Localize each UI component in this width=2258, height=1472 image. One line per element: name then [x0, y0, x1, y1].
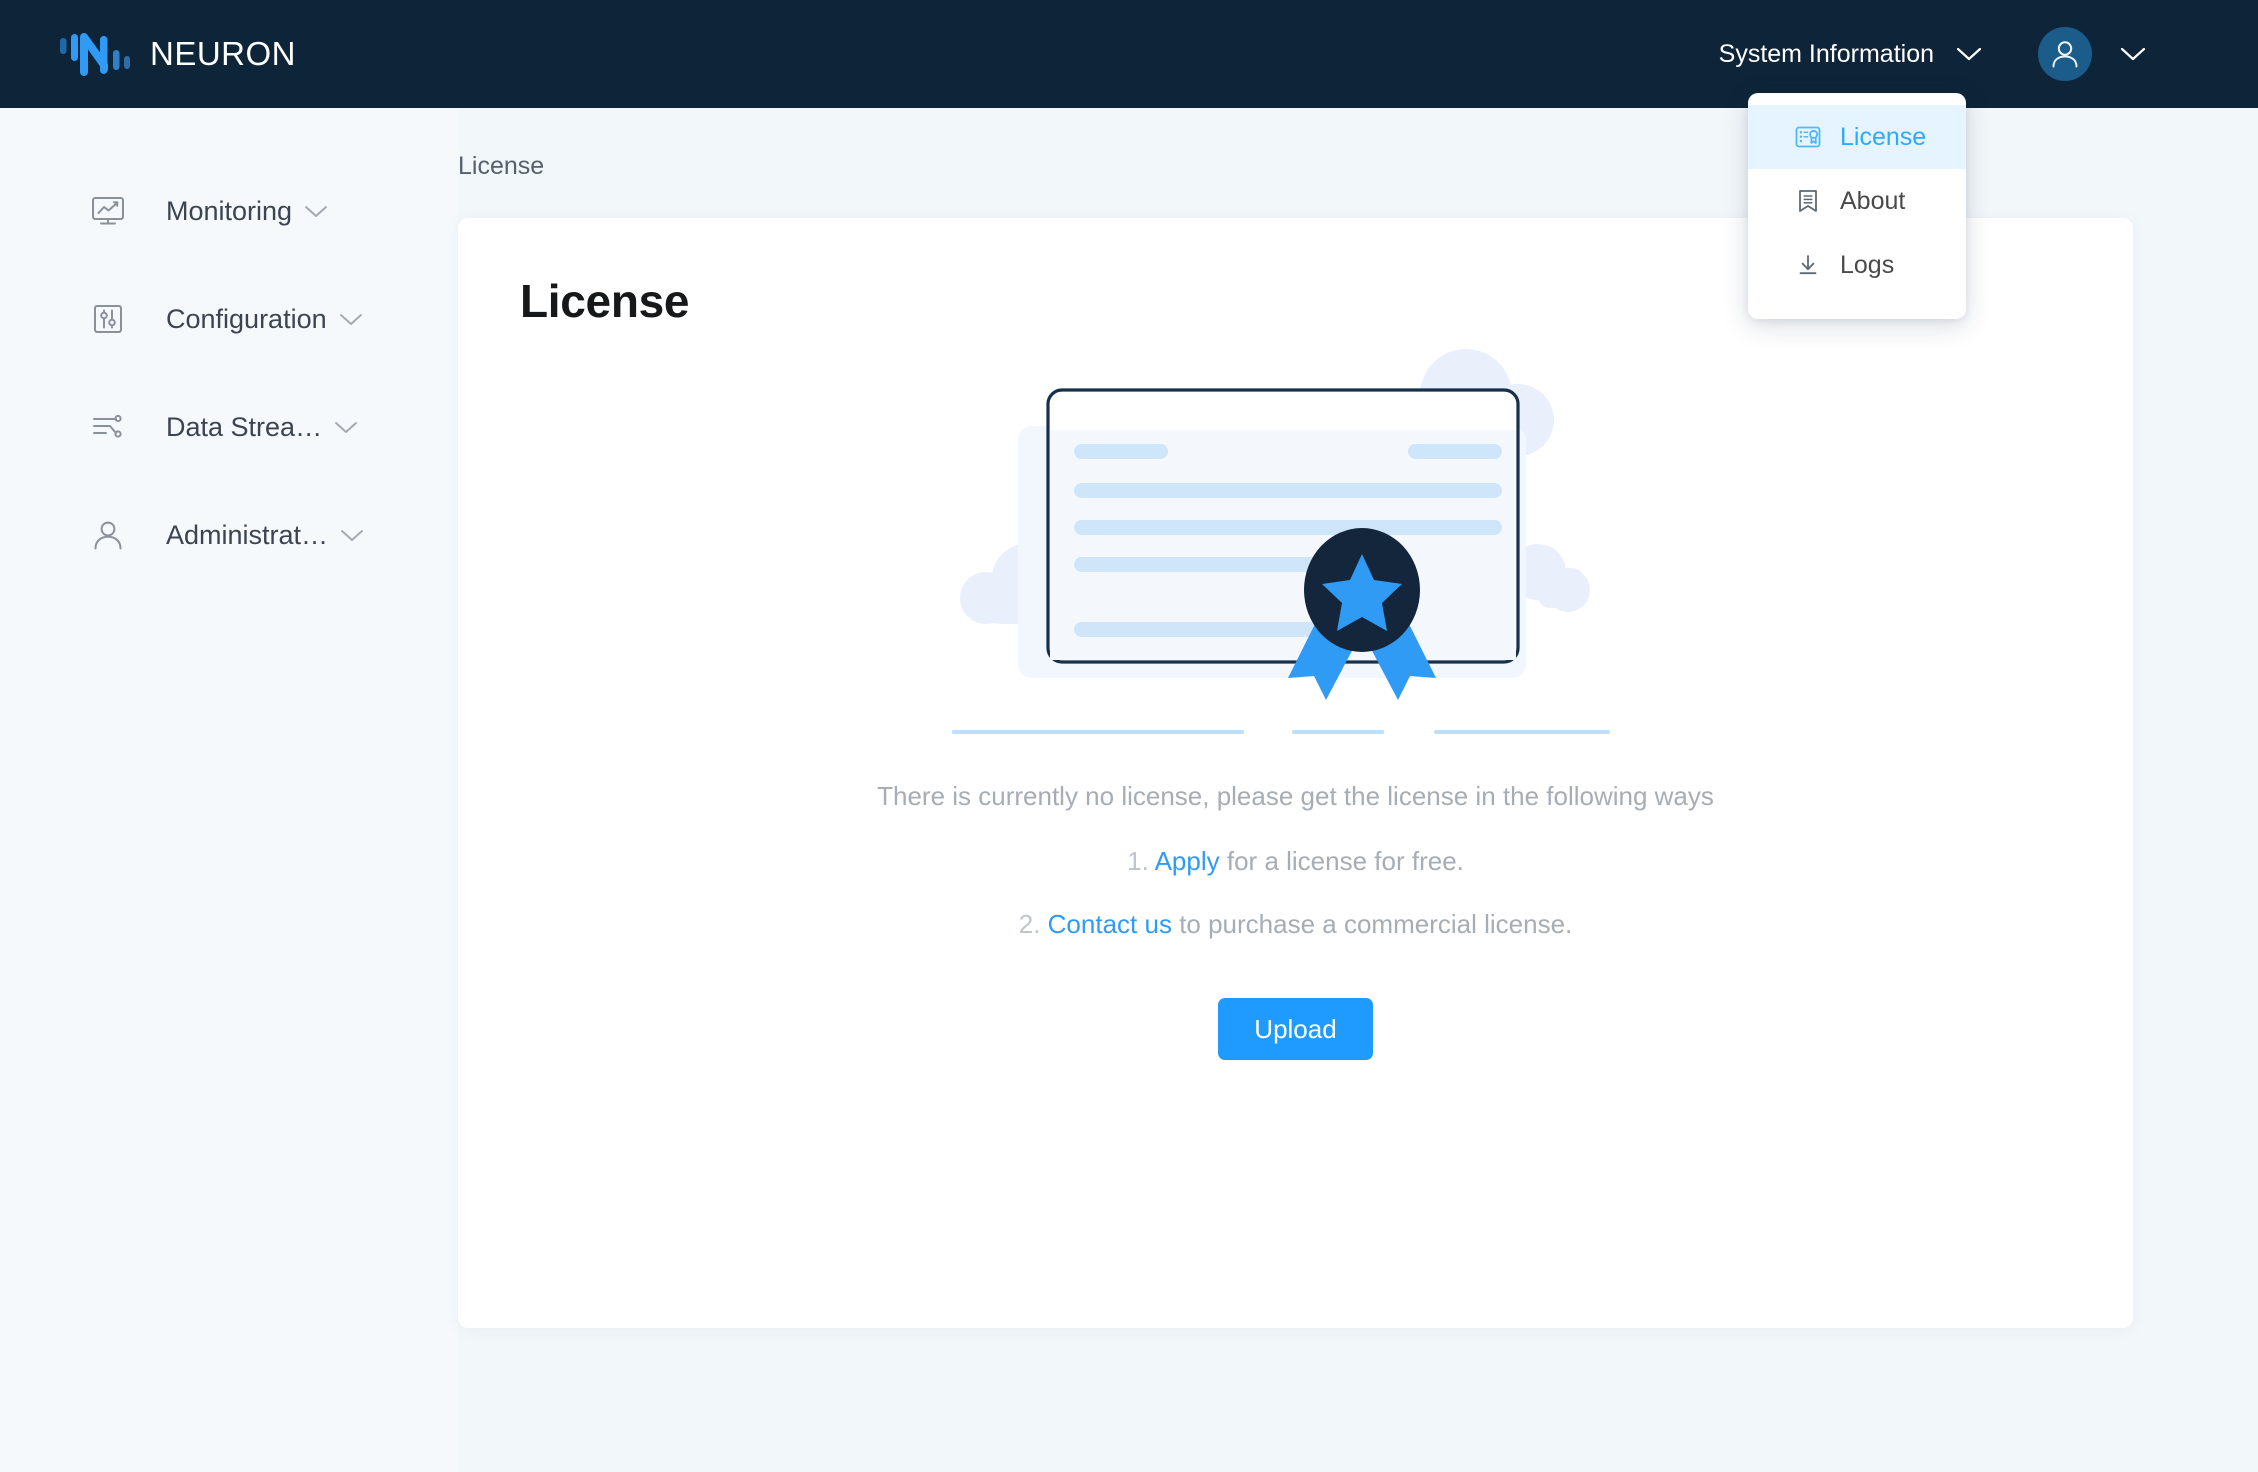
system-information-label: System Information — [1719, 40, 1934, 69]
license-message-block: There is currently no license, please ge… — [458, 778, 2133, 940]
upload-button[interactable]: Upload — [1218, 998, 1372, 1060]
chevron-down-icon — [2120, 46, 2146, 62]
chevron-down-icon — [340, 528, 364, 543]
user-menu-button[interactable] — [2038, 27, 2146, 81]
license-option-1: 1. Apply for a license for free. — [458, 846, 2133, 877]
chevron-down-icon — [1956, 46, 1982, 62]
dropdown-item-label: Logs — [1840, 251, 1894, 280]
license-card-icon — [1794, 123, 1822, 151]
user-person-icon — [88, 515, 128, 555]
download-icon — [1794, 251, 1822, 279]
avatar[interactable] — [2038, 27, 2092, 81]
upload-button-row: Upload — [458, 998, 2133, 1060]
sidebar-item-label: Monitoring — [166, 196, 292, 227]
brand: NEURON — [58, 28, 296, 80]
sidebar-item-data-streams[interactable]: Data Strea… — [0, 396, 458, 458]
dropdown-item-logs[interactable]: Logs — [1748, 233, 1966, 297]
main-content: License License — [458, 108, 2258, 1472]
brand-name: NEURON — [150, 35, 296, 73]
apply-link[interactable]: Apply — [1155, 846, 1220, 876]
dropdown-item-about[interactable]: About — [1748, 169, 1966, 233]
chevron-down-icon — [304, 204, 328, 219]
chevron-down-icon — [334, 420, 358, 435]
app-header: NEURON System Information — [0, 0, 2258, 108]
bookmark-document-icon — [1794, 187, 1822, 215]
sidebar: Monitoring Configuration — [0, 108, 458, 1472]
sidebar-item-administration[interactable]: Administrat… — [0, 504, 458, 566]
monitor-chart-icon — [88, 191, 128, 231]
sliders-icon — [88, 299, 128, 339]
no-license-message: There is currently no license, please ge… — [458, 778, 2133, 814]
sidebar-item-configuration[interactable]: Configuration — [0, 288, 458, 350]
license-option-2: 2. Contact us to purchase a commercial l… — [458, 909, 2133, 940]
dropdown-item-label: About — [1840, 187, 1905, 216]
chevron-down-icon — [339, 312, 363, 327]
dropdown-item-license[interactable]: License — [1748, 105, 1966, 169]
license-option-2-text: to purchase a commercial license. — [1179, 909, 1572, 939]
sidebar-item-label: Data Strea… — [166, 412, 322, 443]
license-option-1-text: for a license for free. — [1227, 846, 1464, 876]
sidebar-item-label: Configuration — [166, 304, 327, 335]
license-certificate-illustration — [458, 340, 2133, 760]
header-right-group: System Information — [1719, 27, 2146, 81]
data-stream-icon — [88, 407, 128, 447]
system-information-menu-button[interactable]: System Information — [1719, 40, 1982, 69]
license-card: License — [458, 218, 2133, 1328]
dropdown-item-label: License — [1840, 123, 1926, 152]
system-information-dropdown: License About Logs — [1748, 93, 1966, 319]
sidebar-item-label: Administrat… — [166, 520, 328, 551]
sidebar-item-monitoring[interactable]: Monitoring — [0, 180, 458, 242]
neuron-logo-icon — [58, 28, 136, 80]
breadcrumb: License — [458, 108, 2258, 181]
list-number: 1. — [1127, 846, 1149, 876]
list-number: 2. — [1019, 909, 1041, 939]
contact-us-link[interactable]: Contact us — [1048, 909, 1172, 939]
